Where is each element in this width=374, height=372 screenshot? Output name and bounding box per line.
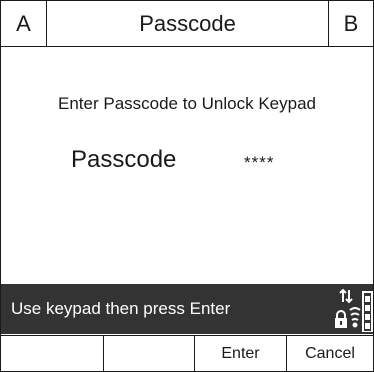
softkey-b-label: B — [343, 10, 359, 36]
passcode-field[interactable]: **** — [244, 153, 274, 173]
softkey-1[interactable] — [1, 336, 104, 372]
wireless-signal-icon — [349, 307, 361, 328]
status-bar: Use keypad then press Enter — [1, 284, 373, 334]
cancel-button[interactable]: Cancel — [287, 336, 373, 372]
enter-button[interactable]: Enter — [195, 336, 287, 372]
softkey-b[interactable]: B — [328, 1, 373, 46]
screen-title: Passcode — [139, 10, 236, 36]
lock-icon — [335, 310, 347, 328]
header-bar: A Passcode B — [1, 1, 373, 47]
status-icons — [333, 288, 373, 333]
softkey-row: Enter Cancel — [1, 335, 373, 372]
softkey-a[interactable]: A — [1, 1, 47, 46]
softkey-a-label: A — [16, 10, 31, 36]
battery-icon — [362, 291, 373, 333]
status-message: Use keypad then press Enter — [11, 299, 231, 318]
keypad-screen: A Passcode B Enter Passcode to Unlock Ke… — [0, 0, 374, 372]
passcode-label: Passcode — [71, 146, 177, 173]
unlock-prompt: Enter Passcode to Unlock Keypad — [58, 94, 316, 113]
softkey-2[interactable] — [104, 336, 195, 372]
transfer-arrows-icon — [339, 288, 353, 304]
